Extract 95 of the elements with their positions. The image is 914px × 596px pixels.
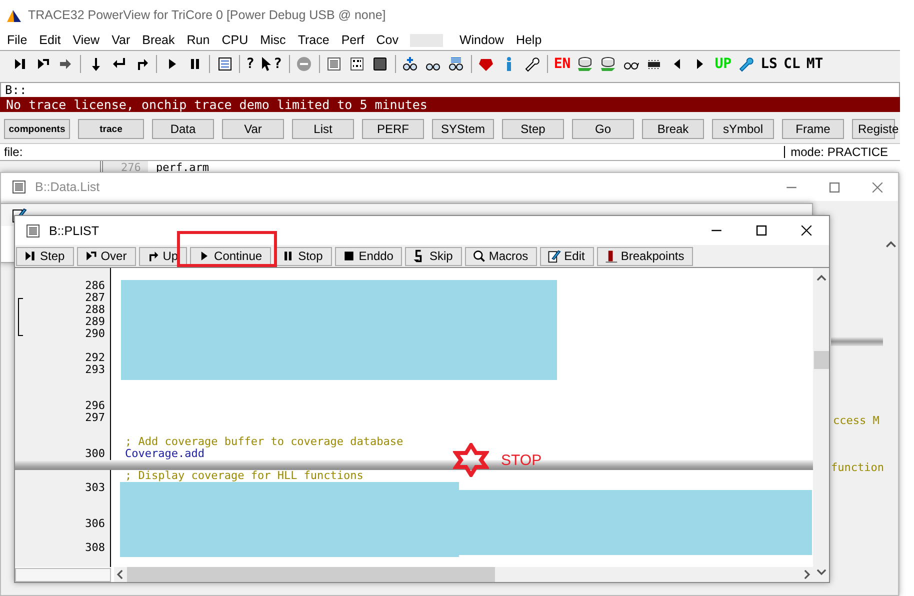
code-comment: ; Display coverage for HLL functions: [125, 470, 364, 482]
close-icon[interactable]: [800, 224, 813, 237]
line-number: 290: [85, 327, 105, 340]
menu-item[interactable]: View: [66, 33, 106, 47]
toolbar-button[interactable]: Step: [16, 246, 74, 266]
scroll-thumb[interactable]: [814, 351, 828, 369]
toolbar-text-button[interactable]: MT: [806, 56, 824, 72]
binary-icon[interactable]: [349, 56, 366, 72]
magnifier-icon: [472, 249, 486, 263]
command-button[interactable]: Frame: [782, 119, 844, 139]
list-icon: [11, 179, 27, 195]
toolbar-button[interactable]: Macros: [464, 246, 538, 266]
line-number: 297: [85, 411, 105, 424]
scrollbar[interactable]: [813, 268, 829, 582]
command-button[interactable]: Go: [572, 119, 634, 139]
toolbar-button[interactable]: Breakpoints: [596, 246, 694, 266]
menu-item[interactable]: Perf: [335, 33, 370, 47]
toolbar-text-button[interactable]: LS: [760, 56, 778, 72]
toolbar-button[interactable]: Up: [138, 246, 188, 266]
command-field[interactable]: B::: [0, 82, 900, 97]
scroll-thumb[interactable]: [127, 567, 495, 582]
line-number: 293: [85, 363, 105, 376]
stop-label: STOP: [501, 452, 542, 468]
code-comment: ; Add coverage buffer to coverage database: [125, 435, 404, 448]
chip-icon[interactable]: [372, 56, 388, 72]
line-number: 308: [85, 541, 105, 554]
disk-icon[interactable]: [577, 56, 594, 72]
bracket-mark: [18, 298, 23, 336]
message-bar: No trace license, onchip trace demo limited to 5 minutes: [0, 97, 900, 112]
menu-item[interactable]: Misc: [254, 33, 292, 47]
command-button[interactable]: components: [4, 119, 70, 139]
pencil-icon: [547, 249, 562, 263]
list-icon[interactable]: [216, 56, 232, 72]
toolbar-button[interactable]: Stop: [274, 246, 332, 266]
command-button[interactable]: trace: [78, 119, 144, 139]
code-line: Coverage.add: [125, 447, 204, 460]
code-line: ccess M: [833, 414, 880, 427]
code-line: perf.arm: [156, 160, 209, 174]
menu-item[interactable]: Edit: [33, 33, 67, 47]
menu-item[interactable]: Break: [136, 33, 181, 47]
window-title: TRACE32 PowerView for TriCore 0 [Power Debug USB @ none]: [28, 8, 386, 22]
command-button[interactable]: PERF: [362, 119, 424, 139]
line-number: 296: [85, 399, 105, 412]
code-line: function: [831, 461, 884, 474]
toolbar-button[interactable]: Continue: [190, 246, 272, 266]
line-number: 288: [85, 303, 105, 316]
toolbar-button[interactable]: Skip: [405, 246, 462, 266]
command-button[interactable]: Break: [642, 119, 704, 139]
line-number: 306: [85, 517, 105, 530]
mode-label: mode: PRACTICE: [784, 146, 888, 158]
menu-item[interactable]: Window: [453, 33, 510, 47]
line-number: 289: [85, 315, 105, 328]
toolbar-button[interactable]: Enddo: [334, 246, 402, 266]
wrench-icon[interactable]: [524, 56, 540, 72]
menu-item[interactable]: CPU: [216, 33, 254, 47]
menu-item[interactable]: Var: [106, 33, 136, 47]
menu-item[interactable]: Trace: [292, 33, 336, 47]
menu-item[interactable]: Run: [180, 33, 216, 47]
toolbar-text-button[interactable]: CL: [783, 56, 800, 72]
list-icon: [25, 222, 41, 238]
scrollbar[interactable]: [15, 568, 111, 582]
line-number: 300: [85, 447, 105, 460]
file-label: file:: [4, 145, 23, 159]
line-number: 287: [85, 291, 105, 304]
glasses-icon[interactable]: [402, 56, 418, 72]
toolbar-button[interactable]: Edit: [540, 246, 594, 266]
toolbar-text-button[interactable]: ?: [273, 56, 282, 72]
command-button[interactable]: sYmbol: [712, 119, 774, 139]
breakpoint-icon: [604, 249, 618, 263]
line-number: 286: [85, 279, 105, 292]
maximize-icon[interactable]: [755, 224, 768, 237]
glasses-icon[interactable]: [448, 56, 464, 72]
step-icon: [23, 249, 37, 263]
line-number: 303: [85, 481, 105, 494]
window-title: B::PLIST: [49, 224, 100, 238]
line-number: 292: [85, 351, 105, 364]
scrollbar[interactable]: [114, 567, 813, 582]
stop-icon[interactable]: [296, 56, 312, 72]
square-icon: [342, 249, 356, 263]
menu-item[interactable]: File: [1, 33, 34, 47]
command-button[interactable]: Step: [502, 119, 564, 139]
window-title: B::Data.List: [35, 180, 100, 194]
step-over-icon: [84, 249, 98, 263]
list-icon[interactable]: [326, 56, 342, 72]
menu-item[interactable]: Help: [510, 33, 548, 47]
toolbar-text-button[interactable]: ?: [246, 56, 254, 72]
command-button[interactable]: SYStem: [432, 119, 494, 139]
toolbar-button[interactable]: Over: [76, 246, 136, 266]
star-icon: [453, 443, 489, 477]
disk-icon[interactable]: [600, 56, 616, 72]
menu-item[interactable]: Cov: [370, 33, 404, 47]
command-button[interactable]: List: [292, 119, 354, 139]
toolbar-text-button[interactable]: EN: [554, 56, 571, 72]
command-button[interactable]: Var: [222, 119, 284, 139]
command-button[interactable]: Data: [152, 119, 214, 139]
